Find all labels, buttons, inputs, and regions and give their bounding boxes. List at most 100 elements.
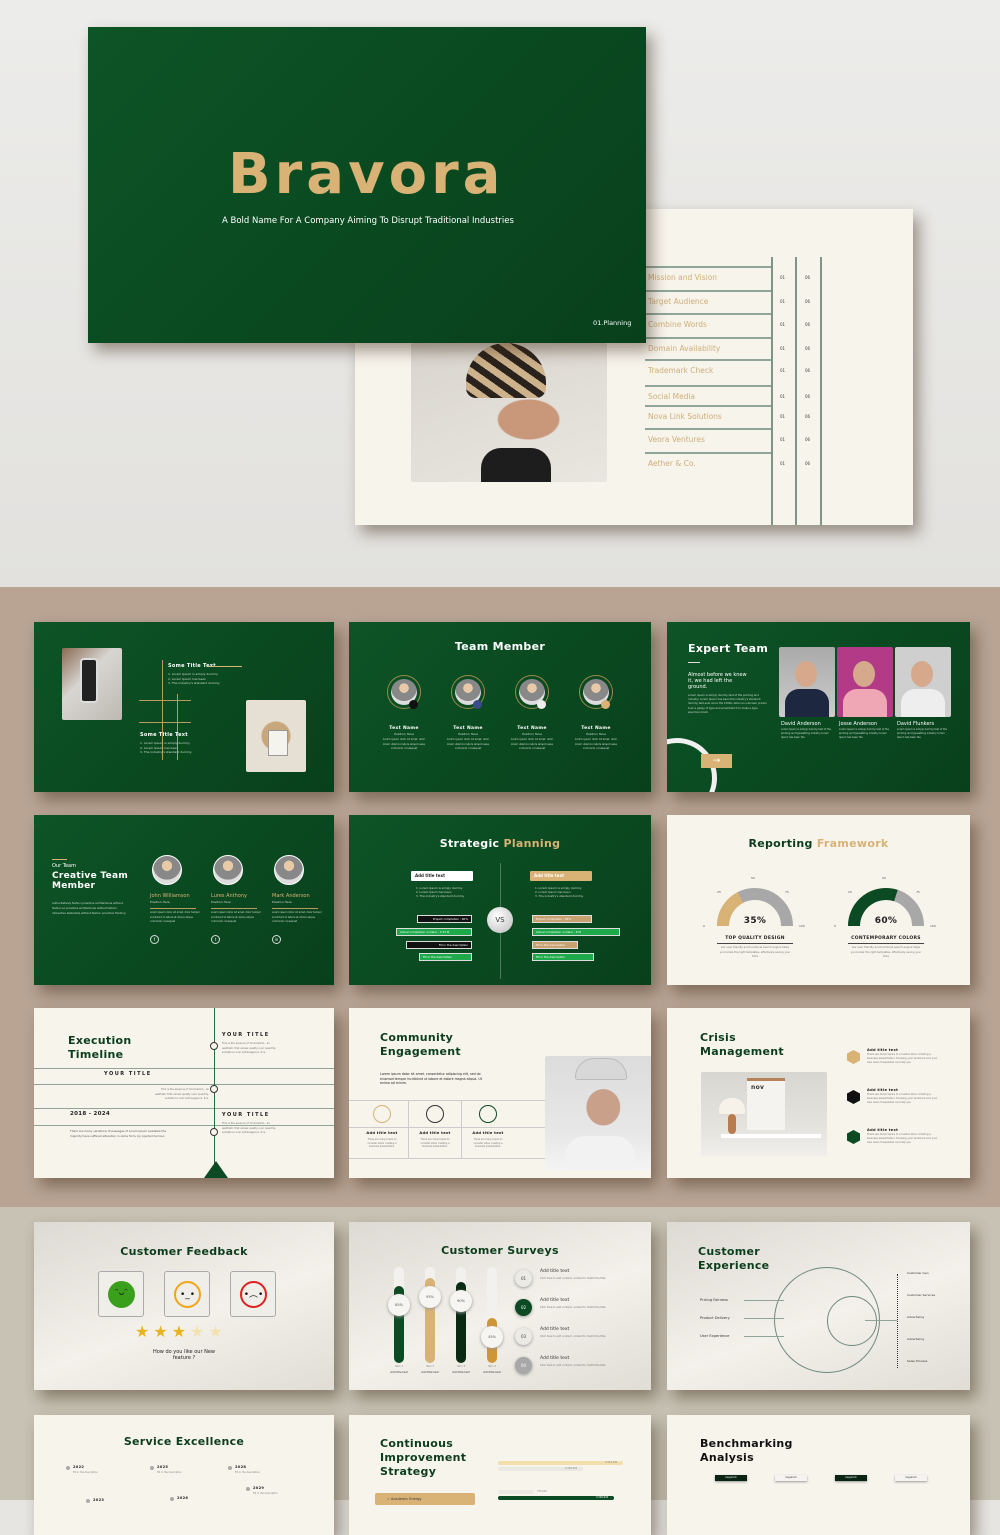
star-filled-icon[interactable]: ★: [172, 1322, 190, 1341]
agenda-item[interactable]: Social Media: [648, 392, 695, 401]
star-rating[interactable]: ★★★★★: [135, 1322, 227, 1341]
agenda-page-start: 01: [780, 368, 786, 373]
keyword-tag: keyword: [775, 1475, 807, 1481]
social-icon[interactable]: [537, 700, 546, 709]
social-icon[interactable]: [473, 700, 482, 709]
step-desc: Click here to add content, content to ma…: [540, 1335, 607, 1338]
agenda-item[interactable]: Mission and Vision: [648, 273, 717, 282]
gauge-title: TOP QUALITY DESIGN: [725, 936, 785, 941]
progress-bar: Actual completion number : 8 M: [532, 928, 620, 936]
divider: [461, 1100, 462, 1158]
member-name: Text Name: [581, 726, 611, 731]
woman-hat-photo: [411, 343, 607, 482]
social-icon[interactable]: f: [150, 935, 159, 944]
title-box[interactable]: Add title text: [411, 871, 473, 881]
social-icon[interactable]: t: [211, 935, 220, 944]
creative-label: Our Team: [52, 863, 76, 869]
service-desc: Fill in the description: [157, 1471, 182, 1474]
agenda-item[interactable]: Aether & Co.: [648, 459, 696, 468]
step-title: Add title text: [540, 1327, 570, 1332]
gauge-tick: 50: [751, 876, 755, 880]
title-box[interactable]: Add title text: [530, 871, 592, 881]
agenda-item[interactable]: Trademark Check: [648, 366, 713, 375]
timeline-dot: [228, 1466, 232, 1470]
col-desc: There are many topics to consider when c…: [420, 1138, 450, 1149]
neutral-face-icon: •_•: [174, 1281, 201, 1308]
happy-face-icon: ᵔᴗᵔ: [108, 1281, 135, 1308]
customer-experience-slide: Customer Experience Pricing Fairness Prod…: [667, 1222, 970, 1390]
face: [795, 661, 817, 687]
agenda-page-start: 01: [780, 414, 786, 419]
survey-value: 85%: [388, 1293, 410, 1316]
progress-bar: Project completion : 60%: [417, 915, 472, 923]
growth-chart-icon: [479, 1105, 497, 1123]
survey-item: Item 2: [425, 1365, 435, 1368]
step-desc: Click here to add content, content to ma…: [540, 1306, 607, 1309]
timeline-body: There are many variations of passages of…: [70, 1129, 167, 1138]
agenda-item[interactable]: Domain Availability: [648, 344, 720, 353]
divider: [645, 266, 771, 268]
col-desc: There are many topics to consider when c…: [367, 1138, 397, 1149]
hexagon-icon: [847, 1130, 860, 1144]
agenda-item[interactable]: Target Audience: [648, 297, 708, 306]
social-icon[interactable]: [601, 700, 610, 709]
gauge-tick: 100: [799, 924, 805, 928]
creative-team-slide: Our Team Creative Team Member Authoritat…: [34, 815, 334, 985]
next-arrow-button[interactable]: →: [701, 754, 732, 768]
right-label: Advertising: [907, 1337, 924, 1341]
service-excellence-slide: Service Excellence 2022 Fill in the descr…: [34, 1415, 334, 1535]
item-title: Add title text: [867, 1088, 899, 1092]
expert-title: Expert Team: [688, 642, 769, 655]
feedback-sad-button[interactable]: •︵•: [230, 1271, 276, 1317]
agenda-page-end: 06: [805, 437, 811, 442]
list-item: 3. The industry's standard dummy: [416, 894, 465, 898]
member-position: Position Here: [272, 900, 292, 904]
agenda-page-end: 06: [805, 368, 811, 373]
left-label: Product Delivery: [700, 1316, 730, 1320]
progress-bar: Fill in the description: [419, 953, 472, 961]
progress-bar: Fill in the description: [532, 953, 594, 961]
member-position: Position Here: [522, 732, 542, 736]
star-filled-icon[interactable]: ★: [153, 1322, 171, 1341]
gauge-tick: 25: [848, 890, 852, 895]
agenda-page-start: 01: [780, 437, 786, 442]
gauge-tick: 25: [717, 890, 721, 895]
feedback-happy-button[interactable]: ᵔᴗᵔ: [98, 1271, 144, 1317]
gauge-desc: Our user friendly and functional search …: [719, 946, 791, 958]
agenda-item[interactable]: Nova Link Solutions: [648, 412, 722, 421]
hexagon-icon: [847, 1050, 860, 1064]
sad-face-icon: •︵•: [240, 1281, 267, 1308]
member-desc: Lorem Ipsum is simply dummy text of the …: [897, 728, 947, 739]
agenda-page-start: 01: [780, 346, 786, 351]
timeline-item-title: YOUR TITLE: [222, 1032, 270, 1038]
service-desc: Fill in the description: [253, 1492, 278, 1495]
gauge-tick: 0: [703, 924, 705, 928]
feedback-neutral-button[interactable]: •_•: [164, 1271, 210, 1317]
phone-photo: [62, 648, 122, 720]
body: [843, 689, 887, 717]
academic-energy-tag[interactable]: ✓ Academic Energy: [375, 1493, 475, 1505]
timeline-item-desc: This is the essence of minimalism - an a…: [222, 1042, 277, 1054]
intro-slide: Some Title Text 1. Lorem Ipsum is simply…: [34, 622, 334, 792]
member-desc: Lorem Ipsum is simply dummy text of the …: [781, 728, 831, 739]
social-icon[interactable]: [409, 700, 418, 709]
divider: [150, 908, 196, 909]
star-empty-icon[interactable]: ★: [190, 1322, 208, 1341]
social-icon[interactable]: in: [272, 935, 281, 944]
gauge-value: 35%: [743, 916, 767, 926]
desk-photo: [246, 700, 306, 772]
star-empty-icon[interactable]: ★: [208, 1322, 226, 1341]
star-filled-icon[interactable]: ★: [135, 1322, 153, 1341]
divider: [645, 337, 771, 339]
agenda-item[interactable]: Veora Ventures: [648, 435, 705, 444]
continuous-improvement-slide: Continuous Improvement Strategy ✓ Academ…: [349, 1415, 651, 1535]
community-engagement-slide: Community Engagement Lorem ipsum dolor s…: [349, 1008, 651, 1178]
calendar-month: nov: [751, 1084, 765, 1091]
member-desc: Lorem Ipsum is simply dummy text of the …: [839, 728, 889, 739]
continuous-title: Continuous Improvement Strategy: [380, 1437, 467, 1478]
benchmarking-slide: Benchmarking Analysis keyword keyword keyw…: [667, 1415, 970, 1535]
agenda-item[interactable]: Combine Words: [648, 320, 707, 329]
right-label: Customer Gen: [907, 1271, 929, 1275]
timeline-item-desc: This is the essence of minimalism - an a…: [154, 1088, 209, 1100]
timeline-dot: [66, 1466, 70, 1470]
